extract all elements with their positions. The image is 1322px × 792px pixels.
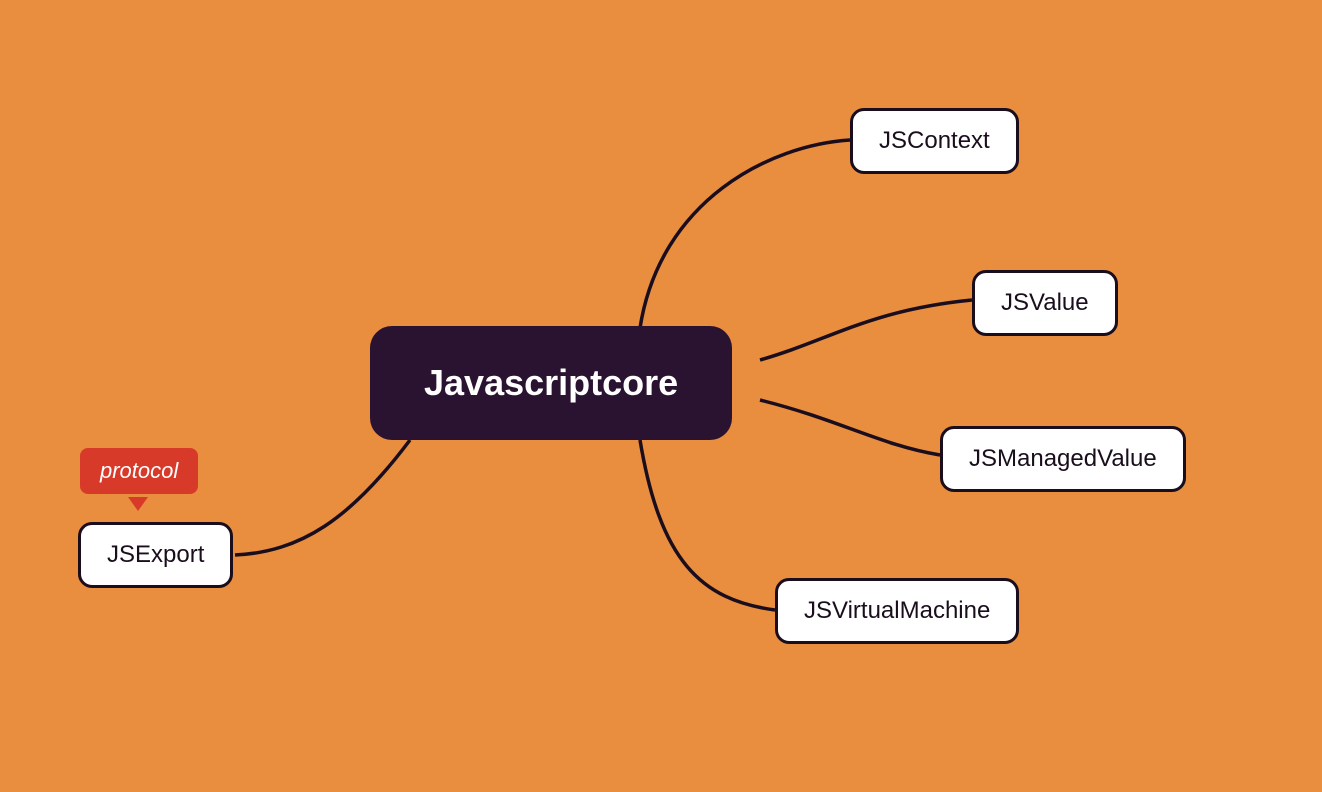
node-jsmanagedvalue-label: JSManagedValue: [969, 445, 1157, 472]
center-node-javascriptcore: Javascriptcore: [370, 326, 732, 440]
node-jsexport-label: JSExport: [107, 541, 204, 568]
badge-protocol-tail: [128, 497, 148, 511]
center-node-label: Javascriptcore: [424, 362, 678, 403]
node-jsvalue-label: JSValue: [1001, 289, 1089, 316]
connector-jsexport: [235, 440, 410, 555]
node-jscontext-label: JSContext: [879, 127, 990, 154]
node-jscontext: JSContext: [850, 108, 1019, 174]
badge-protocol-label: protocol: [100, 458, 178, 483]
connector-jsvirtualmachine: [640, 440, 775, 610]
connector-jsvalue: [760, 300, 972, 360]
node-jsvirtualmachine: JSVirtualMachine: [775, 578, 1019, 644]
node-jsexport: JSExport: [78, 522, 233, 588]
connector-jsmanagedvalue: [760, 400, 940, 455]
node-jsmanagedvalue: JSManagedValue: [940, 426, 1186, 492]
node-jsvalue: JSValue: [972, 270, 1118, 336]
node-jsvirtualmachine-label: JSVirtualMachine: [804, 597, 990, 624]
badge-protocol: protocol: [80, 448, 198, 494]
connector-jscontext: [640, 140, 850, 328]
